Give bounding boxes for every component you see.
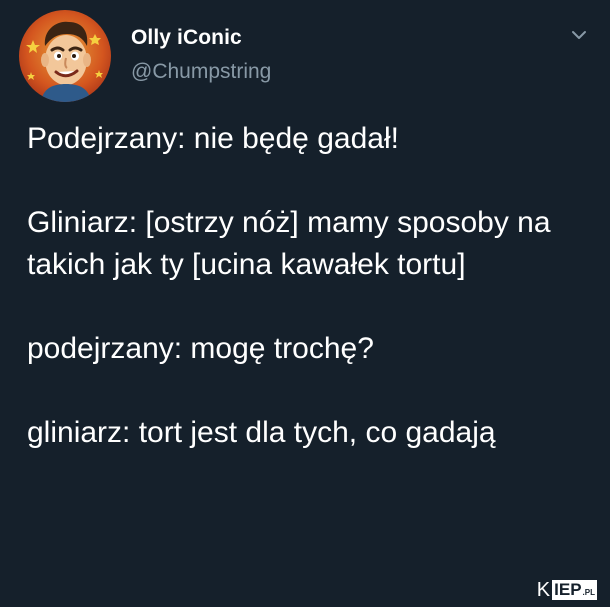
watermark-box: IEP .PL [552, 580, 597, 600]
tweet-text: Podejrzany: nie będę gadał! Gliniarz: [o… [27, 118, 587, 454]
tweet-card: Olly iConic @Chumpstring Podejrzany: nie… [0, 0, 610, 607]
watermark-logo: K IEP .PL [537, 579, 597, 601]
tweet-paragraph: podejrzany: mogę trochę? [27, 332, 374, 365]
tweet-paragraph: gliniarz: tort jest dla tych, co gadają [27, 416, 496, 449]
watermark-suffix: .PL [582, 588, 595, 597]
chevron-down-icon[interactable] [570, 26, 588, 44]
cartoon-face-avatar-icon [26, 21, 103, 102]
tweet-paragraph: Gliniarz: [ostrzy nóż] mamy sposoby na t… [27, 206, 551, 281]
avatar[interactable] [19, 10, 111, 102]
user-handle[interactable]: @Chumpstring [131, 60, 271, 84]
watermark-boxed-text: IEP [554, 580, 582, 599]
watermark-prefix: K [536, 578, 552, 601]
display-name[interactable]: Olly iConic [131, 26, 242, 50]
tweet-paragraph: Podejrzany: nie będę gadał! [27, 122, 399, 155]
